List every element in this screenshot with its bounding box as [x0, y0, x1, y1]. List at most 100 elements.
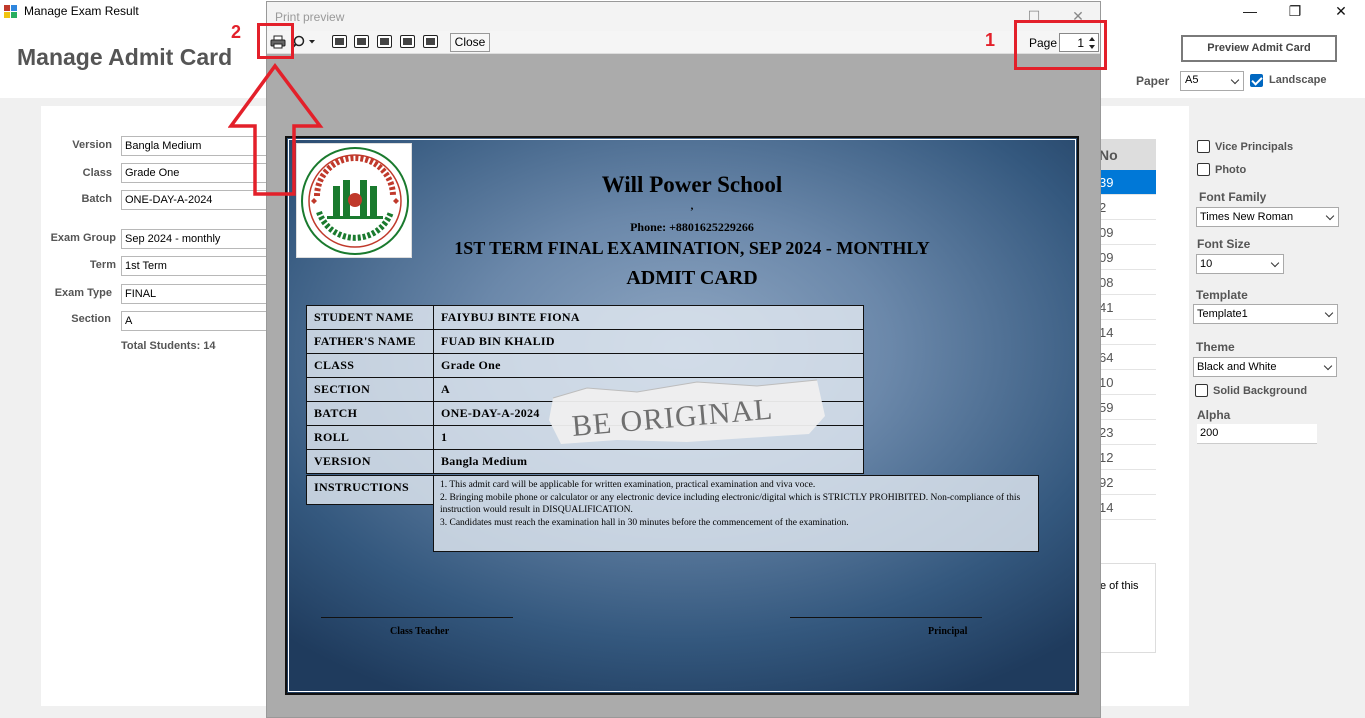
- school-address: ,: [690, 200, 694, 212]
- template-label: Template: [1196, 288, 1248, 302]
- class-teacher-label: Class Teacher: [390, 626, 450, 637]
- six-pages-icon[interactable]: [423, 35, 438, 48]
- chevron-down-icon: [1323, 361, 1333, 371]
- print-preview-title: Print preview: [275, 10, 345, 24]
- info-value: Grade One: [433, 353, 864, 378]
- window-title: Manage Exam Result: [24, 4, 139, 18]
- principal-label: Principal: [928, 626, 968, 637]
- landscape-checkbox[interactable]: [1250, 74, 1263, 87]
- exam-group-field[interactable]: Sep 2024 - monthly: [121, 229, 281, 249]
- list-item[interactable]: 41: [1099, 295, 1156, 320]
- info-key: SECTION: [306, 377, 434, 402]
- photo-checkbox[interactable]: [1197, 163, 1210, 176]
- list-note: e of this: [1099, 563, 1156, 653]
- print-preview-toolbar: Close Page 1: [267, 31, 1100, 54]
- list-item[interactable]: 12: [1099, 445, 1156, 470]
- exam-type-field[interactable]: FINAL: [121, 284, 281, 304]
- template-value: Template1: [1197, 308, 1248, 320]
- theme-value: Black and White: [1197, 361, 1277, 373]
- list-item[interactable]: 39: [1099, 170, 1156, 195]
- list-item[interactable]: 09: [1099, 220, 1156, 245]
- alpha-label: Alpha: [1197, 408, 1231, 422]
- exam-title: 1ST TERM FINAL EXAMINATION, SEP 2024 - M…: [454, 238, 930, 258]
- info-key: CLASS: [306, 353, 434, 378]
- exam-type-label: Exam Type: [54, 287, 112, 299]
- info-key: ROLL: [306, 425, 434, 450]
- font-size-select[interactable]: 10: [1196, 254, 1284, 274]
- list-item[interactable]: 2: [1099, 195, 1156, 220]
- school-name: Will Power School: [601, 172, 783, 197]
- instruction-item: 3. Candidates must reach the examination…: [440, 517, 849, 528]
- class-label: Class: [82, 167, 112, 179]
- list-item[interactable]: 14: [1099, 495, 1156, 520]
- theme-select[interactable]: Black and White: [1193, 357, 1337, 377]
- list-item[interactable]: 09: [1099, 245, 1156, 270]
- section-field[interactable]: A: [121, 311, 281, 331]
- annotation-number-1: 1: [985, 30, 996, 50]
- preview-close-button[interactable]: Close: [450, 33, 490, 52]
- exam-group-label: Exam Group: [50, 232, 116, 244]
- info-value: Bangla Medium: [433, 449, 864, 474]
- restore-button[interactable]: ❐: [1272, 0, 1318, 24]
- print-preview-titlebar: Print preview ☐ ✕: [267, 2, 1100, 31]
- landscape-label: Landscape: [1269, 74, 1327, 86]
- list-item[interactable]: 23: [1099, 420, 1156, 445]
- list-item[interactable]: 92: [1099, 470, 1156, 495]
- one-page-icon[interactable]: [332, 35, 347, 48]
- info-row: STUDENT NAME FAIYBUJ BINTE FIONA: [306, 305, 864, 330]
- photo-label: Photo: [1215, 164, 1247, 176]
- term-label: Term: [89, 259, 116, 271]
- two-pages-icon[interactable]: [354, 35, 369, 48]
- font-size-label: Font Size: [1197, 237, 1251, 251]
- four-pages-icon[interactable]: [400, 35, 415, 48]
- instruction-item: 1. This admit card will be applicable fo…: [440, 480, 816, 490]
- principal-signature-line: [790, 617, 982, 618]
- version-label: Version: [72, 139, 112, 151]
- vice-principals-checkbox[interactable]: [1197, 140, 1210, 153]
- list-item[interactable]: 10: [1099, 370, 1156, 395]
- list-header: No: [1099, 139, 1156, 170]
- info-value: FUAD BIN KHALID: [433, 329, 864, 354]
- close-window-button[interactable]: ✕: [1318, 0, 1364, 24]
- info-key: FATHER'S NAME: [306, 329, 434, 354]
- info-value: FAIYBUJ BINTE FIONA: [433, 305, 864, 330]
- zoom-icon[interactable]: [291, 35, 317, 49]
- batch-label: Batch: [81, 193, 112, 205]
- info-row: VERSION Bangla Medium: [306, 449, 864, 474]
- school-phone: Phone: +8801625229266: [630, 220, 754, 234]
- three-pages-icon[interactable]: [377, 35, 392, 48]
- solid-background-label: Solid Background: [1213, 385, 1308, 397]
- info-row: FATHER'S NAME FUAD BIN KHALID: [306, 329, 864, 354]
- chevron-down-icon: [1324, 308, 1334, 318]
- annotation-box-page: [1014, 20, 1107, 70]
- theme-label: Theme: [1196, 340, 1235, 354]
- annotation-number-2: 2: [231, 22, 242, 42]
- template-select[interactable]: Template1: [1193, 304, 1338, 324]
- paper-select[interactable]: A5: [1180, 71, 1244, 91]
- class-teacher-signature-line: [321, 617, 513, 618]
- chevron-down-icon: [1270, 258, 1280, 268]
- font-family-value: Times New Roman: [1200, 211, 1294, 223]
- annotation-box-print: [257, 23, 294, 59]
- preview-admit-card-button[interactable]: Preview Admit Card: [1181, 35, 1337, 62]
- info-key: BATCH: [306, 401, 434, 426]
- instructions-text: 1. This admit card will be applicable fo…: [433, 475, 1039, 552]
- paper-value: A5: [1185, 74, 1199, 86]
- font-size-value: 10: [1200, 258, 1213, 270]
- watermark: BE ORIGINAL: [549, 379, 825, 444]
- term-field[interactable]: 1st Term: [121, 256, 281, 276]
- instruction-item: 2. Bringing mobile phone or calculator o…: [440, 492, 1021, 516]
- list-item[interactable]: 14: [1099, 320, 1156, 345]
- minimize-button[interactable]: —: [1227, 0, 1273, 24]
- font-family-select[interactable]: Times New Roman: [1196, 207, 1339, 227]
- list-item[interactable]: 64: [1099, 345, 1156, 370]
- chevron-down-icon: [1325, 211, 1335, 221]
- section-label: Section: [71, 313, 111, 325]
- chevron-down-icon: [1230, 75, 1240, 85]
- solid-background-checkbox[interactable]: [1195, 384, 1208, 397]
- total-students: Total Students: 14: [121, 340, 216, 352]
- list-item[interactable]: 08: [1099, 270, 1156, 295]
- card-title: ADMIT CARD: [626, 267, 758, 289]
- list-item[interactable]: 59: [1099, 395, 1156, 420]
- alpha-input[interactable]: 200: [1197, 424, 1317, 444]
